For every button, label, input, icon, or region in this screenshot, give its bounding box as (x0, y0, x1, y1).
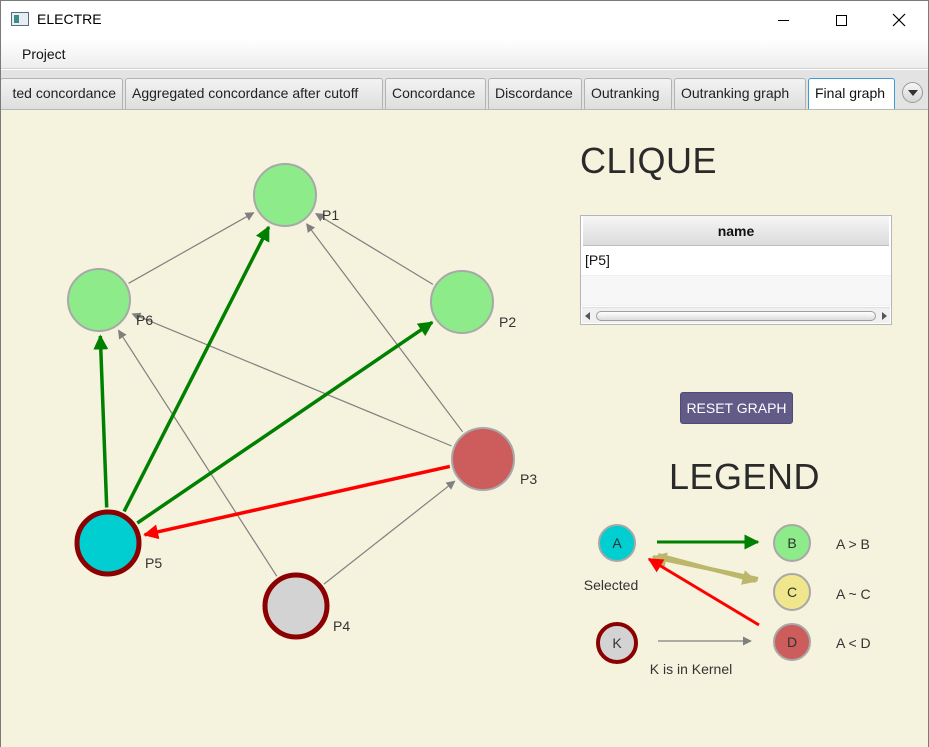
graph-node-label-p1: P1 (322, 207, 339, 223)
tab-bar: ted concordance Aggregated concordance a… (1, 70, 928, 110)
tab-label: Aggregated concordance after cutoff (132, 85, 359, 101)
legend-node-d-label: D (787, 634, 797, 650)
tab-label: Outranking graph (681, 85, 790, 101)
edge-p3-p5 (143, 464, 451, 540)
graph-node-label-p3: P3 (520, 471, 537, 487)
outranking-graph: P1P2P3P4P5P6 A B C D K Selected K is in … (67, 163, 871, 677)
legend-title: LEGEND (669, 456, 821, 497)
tab-aggregated-concordance[interactable]: ted concordance (1, 78, 123, 109)
table-horizontal-scrollbar[interactable] (582, 307, 890, 323)
window-title: ELECTRE (37, 11, 102, 27)
legend-rel-greater: A > B (836, 536, 870, 552)
edge-p5-p2 (136, 320, 434, 525)
tab-label: ted concordance (12, 85, 116, 101)
maximize-button[interactable] (812, 1, 870, 39)
graph-node-label-p5: P5 (145, 555, 162, 571)
scroll-left-icon[interactable] (585, 312, 590, 320)
chevron-down-icon[interactable] (902, 82, 923, 103)
legend-kernel-label: K is in Kernel (650, 661, 732, 677)
scroll-thumb[interactable] (596, 311, 876, 321)
legend-node-a-label: A (612, 535, 622, 551)
legend-selected-label: Selected (584, 577, 638, 593)
legend-diagram: A B C D K Selected K is in Kernel A > B … (584, 524, 871, 677)
edge-p6-p1 (128, 212, 255, 284)
legend-edge-indifferent-back (657, 553, 758, 585)
graph-node-p6[interactable] (67, 268, 131, 332)
legend-rel-less: A < D (836, 635, 871, 651)
close-button[interactable] (870, 1, 928, 39)
graph-node-label-p4: P4 (333, 618, 350, 634)
app-window: ELECTRE Project ted concordance Aggregat… (0, 0, 929, 747)
minimize-icon (777, 19, 789, 21)
table-row-empty (581, 276, 891, 306)
graph-node-p1[interactable] (253, 163, 317, 227)
tab-aggregated-concordance-after-cutoff[interactable]: Aggregated concordance after cutoff (125, 78, 383, 109)
clique-title: CLIQUE (580, 140, 718, 181)
tab-label: Concordance (392, 85, 476, 101)
tab-outranking[interactable]: Outranking (584, 78, 672, 109)
edge-p4-p3 (323, 480, 456, 585)
menu-bar: Project (1, 39, 928, 69)
table-header-name[interactable]: name (583, 216, 889, 246)
legend-rel-indifferent: A ~ C (836, 586, 871, 602)
tab-label: Outranking (591, 85, 660, 101)
menu-project[interactable]: Project (22, 46, 66, 62)
legend-node-c-label: C (787, 584, 797, 600)
legend-node-k-label: K (612, 635, 622, 651)
maximize-icon (835, 14, 847, 26)
tab-label: Final graph (815, 85, 886, 101)
graph-node-p5[interactable] (74, 509, 142, 577)
graph-node-p2[interactable] (430, 270, 494, 334)
table-row[interactable]: [P5] (581, 246, 891, 276)
nodes-layer: P1 P2 P3 P4 P5 P6 (67, 163, 537, 640)
graph-node-label-p2: P2 (499, 314, 516, 330)
final-graph-panel: P1 P2 P3 P4 P5 P6 A B C D K Selected K is (1, 110, 928, 747)
legend-node-b-label: B (787, 535, 796, 551)
graph-node-p4[interactable] (262, 572, 330, 640)
tab-label: Discordance (495, 85, 573, 101)
graph-node-label-p6: P6 (136, 312, 153, 328)
minimize-button[interactable] (754, 1, 812, 39)
close-icon (892, 13, 906, 27)
edges-layer (93, 212, 464, 585)
edge-p2-p1 (315, 213, 434, 285)
edge-p5-p1 (122, 225, 271, 513)
tab-outranking-graph[interactable]: Outranking graph (674, 78, 806, 109)
title-bar: ELECTRE (1, 1, 928, 39)
edge-p5-p6 (93, 334, 109, 508)
tab-concordance[interactable]: Concordance (385, 78, 486, 109)
scroll-right-icon[interactable] (882, 312, 887, 320)
reset-graph-button[interactable]: RESET GRAPH (680, 392, 793, 424)
window-app-icon (11, 12, 29, 26)
clique-table[interactable]: name [P5] (580, 215, 892, 325)
tab-discordance[interactable]: Discordance (488, 78, 582, 109)
graph-node-p3[interactable] (451, 427, 515, 491)
tab-final-graph[interactable]: Final graph (808, 78, 895, 109)
